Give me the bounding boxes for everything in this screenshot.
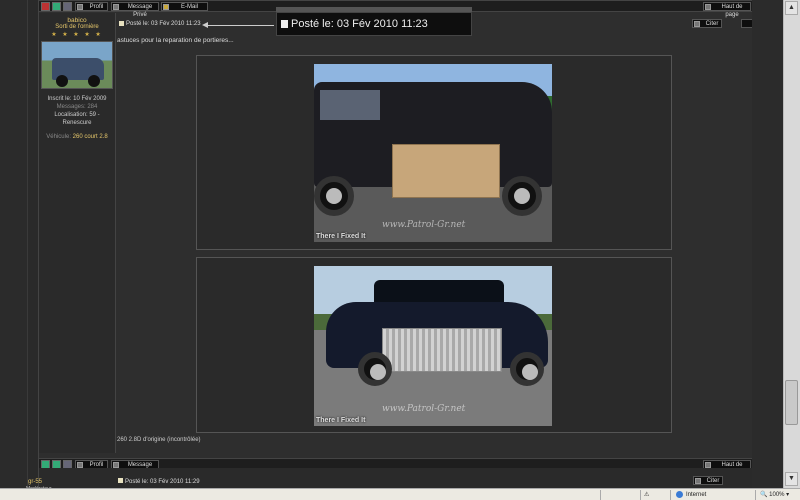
zoom-icon: 🔍 [760, 492, 768, 498]
localisation: Localisation: 59 - Renescure [54, 112, 100, 126]
post-image-car[interactable]: www.Patrol-Gr.net There I Fixed It [314, 266, 552, 426]
image-caption-2: There I Fixed It [316, 417, 366, 424]
image-frame-2: www.Patrol-Gr.net There I Fixed It [196, 257, 672, 433]
post-image-jeep[interactable]: www.Patrol-Gr.net There I Fixed It [314, 64, 552, 242]
post-body: Posté le: 03 Fév 2010 11:23 Citer astuce… [117, 13, 753, 453]
scroll-down-icon[interactable]: ▼ [785, 472, 798, 486]
signature: 260 2.8D d'origine (incontrôlée) [117, 437, 201, 443]
profile-icon [77, 4, 83, 10]
post-icon [281, 20, 288, 29]
image-watermark-2: www.Patrol-Gr.net [382, 404, 466, 414]
citer-button-next[interactable]: Citer [693, 476, 723, 485]
message-count: Messages: 284 [56, 104, 98, 110]
zone-indicator[interactable]: Internet [676, 491, 706, 498]
scroll-up-icon[interactable]: ▲ [785, 1, 798, 15]
security-icon: ⚠ [644, 492, 650, 498]
message-prive-button[interactable]: Message Privé [111, 2, 159, 18]
vehicule: Véhicule: 260 court 2.8 [46, 134, 108, 140]
author-name[interactable]: babico [39, 17, 115, 24]
quote-icon [694, 21, 700, 27]
next-post-meta: Posté le: 03 Fév 2010 11:29 [118, 478, 200, 485]
zoom-level[interactable]: 🔍 100% ▾ [760, 491, 789, 498]
author-pane: babico Sorti de l'ornière ★ ★ ★ ★ ★ Insc… [39, 13, 116, 453]
email-button[interactable]: E-Mail [161, 2, 208, 11]
next-post: Posté le: 03 Fév 2010 11:29 Citer [39, 468, 753, 488]
email-icon [163, 4, 169, 10]
author-info: Inscrit le: 10 Fév 2009 Messages: 284 Lo… [39, 95, 115, 141]
forum-content: Profil Message Privé E-Mail Haut de page… [38, 0, 753, 488]
browser-statusbar: ⚠ Internet 🔍 100% ▾ [0, 488, 800, 500]
callout-arrow-icon [202, 22, 274, 28]
author-rank: Sorti de l'ornière [55, 24, 99, 30]
globe-icon [676, 491, 683, 498]
inscrit-date: Inscrit le: 10 Fév 2009 [47, 96, 107, 102]
haut-de-page-button[interactable]: Haut de page [703, 2, 751, 18]
report-icon[interactable] [41, 2, 50, 11]
right-frame [752, 0, 783, 488]
quote-icon [695, 478, 701, 484]
image-frame-1: www.Patrol-Gr.net There I Fixed It [196, 55, 672, 250]
scroll-thumb[interactable] [785, 380, 798, 425]
online-status-icon [52, 2, 61, 11]
next-author-name[interactable]: gr-55 [28, 479, 42, 485]
post-text: astuces pour la reparation de portieres.… [117, 37, 234, 44]
zoom-callout: Posté le: 03 Fév 2010 11:23 [276, 12, 472, 36]
citer-button[interactable]: Citer [692, 19, 722, 28]
arrow-up-icon [705, 4, 711, 10]
post-icon [118, 478, 123, 483]
image-caption: There I Fixed It [316, 233, 366, 240]
post-icon [119, 21, 124, 26]
ip-icon[interactable] [63, 2, 72, 11]
avatar [41, 41, 113, 89]
post-meta: Posté le: 03 Fév 2010 11:23 [119, 21, 201, 27]
envelope-icon [113, 4, 119, 10]
image-watermark: www.Patrol-Gr.net [382, 220, 466, 230]
rank-stars-icon: ★ ★ ★ ★ ★ [51, 32, 103, 38]
vertical-scrollbar[interactable]: ▲ ▼ [783, 0, 800, 488]
page: Profil Message Privé E-Mail Haut de page… [0, 0, 800, 500]
profil-button[interactable]: Profil [75, 2, 108, 11]
left-frame [0, 0, 28, 488]
